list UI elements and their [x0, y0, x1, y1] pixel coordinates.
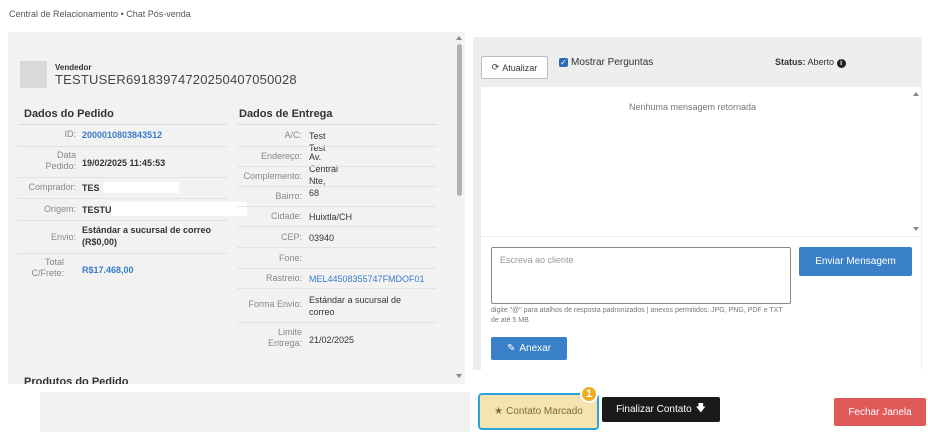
paperclip-icon: ✎ [506, 343, 516, 354]
refresh-button[interactable]: ⟳ Atualizar [481, 56, 548, 79]
divider [237, 166, 437, 167]
divider [18, 124, 228, 125]
scroll-up-arrow-icon[interactable] [913, 92, 919, 96]
attach-button[interactable]: ✎ Anexar [491, 337, 567, 360]
attachment-hint: digite "@" para atalhos de resposta padr… [491, 307, 783, 324]
left-panel-scrollbar[interactable] [455, 32, 465, 384]
seller-label: Vendedor [55, 63, 92, 72]
footer-bar [40, 392, 470, 432]
show-questions-label: Mostrar Perguntas [571, 57, 654, 68]
divider [237, 288, 437, 289]
seller-name: TESTUSER69183974720250407050028 [55, 72, 297, 87]
redaction [111, 202, 247, 216]
redaction [103, 182, 179, 193]
divider [237, 206, 437, 207]
divider [237, 226, 437, 227]
order-id-link[interactable]: 2000010803843512 [82, 129, 162, 141]
empty-message: Nenhuma mensagem retornada [628, 102, 757, 112]
status-indicator: Status: Aberto i [775, 57, 846, 68]
divider [237, 186, 437, 187]
reply-textarea[interactable]: Escreva ao cliente [491, 247, 791, 304]
reply-section: Escreva ao cliente Enviar Mensagem digit… [481, 237, 921, 370]
arrow-down-icon: 🡇 [695, 403, 706, 414]
send-message-button[interactable]: Enviar Mensagem [799, 247, 912, 276]
divider [237, 322, 437, 323]
scroll-thumb[interactable] [457, 44, 462, 196]
message-list[interactable]: Nenhuma mensagem retornada [481, 87, 921, 236]
show-questions-checkbox[interactable]: ✓ [559, 58, 568, 67]
divider [237, 124, 437, 125]
chat-panel: ⟳ Atualizar ✓ Mostrar Perguntas Status: … [473, 37, 922, 370]
divider [237, 146, 437, 147]
divider [18, 146, 228, 147]
divider [18, 177, 228, 178]
order-details-panel: Vendedor TESTUSER69183974720250407050028… [8, 32, 457, 384]
order-section-title: Dados do Pedido [24, 108, 114, 120]
divider [237, 247, 437, 248]
scroll-up-arrow-icon[interactable] [456, 36, 462, 40]
divider [18, 198, 228, 199]
refresh-icon: ⟳ [491, 62, 500, 72]
breadcrumb: Central de Relacionamento • Chat Pós-ven… [9, 9, 191, 19]
step-badge: 1 [580, 385, 598, 403]
scroll-down-arrow-icon[interactable] [913, 227, 919, 231]
delivery-section-title: Dados de Entrega [239, 108, 333, 120]
info-icon[interactable]: i [836, 59, 846, 68]
divider [18, 253, 228, 254]
close-window-button[interactable]: Fechar Janela [834, 398, 926, 426]
star-icon: ★ [494, 406, 504, 417]
seller-avatar [20, 61, 47, 88]
divider [18, 220, 228, 221]
status-value: Aberto [807, 57, 835, 67]
scroll-down-arrow-icon[interactable] [456, 374, 462, 378]
divider [237, 268, 437, 269]
products-section-title: Produtos do Pedido [24, 376, 129, 384]
tracking-link[interactable]: MEL44508355747FMDOF01 [309, 273, 425, 285]
finish-contact-button[interactable]: Finalizar Contato 🡇 [602, 397, 720, 422]
